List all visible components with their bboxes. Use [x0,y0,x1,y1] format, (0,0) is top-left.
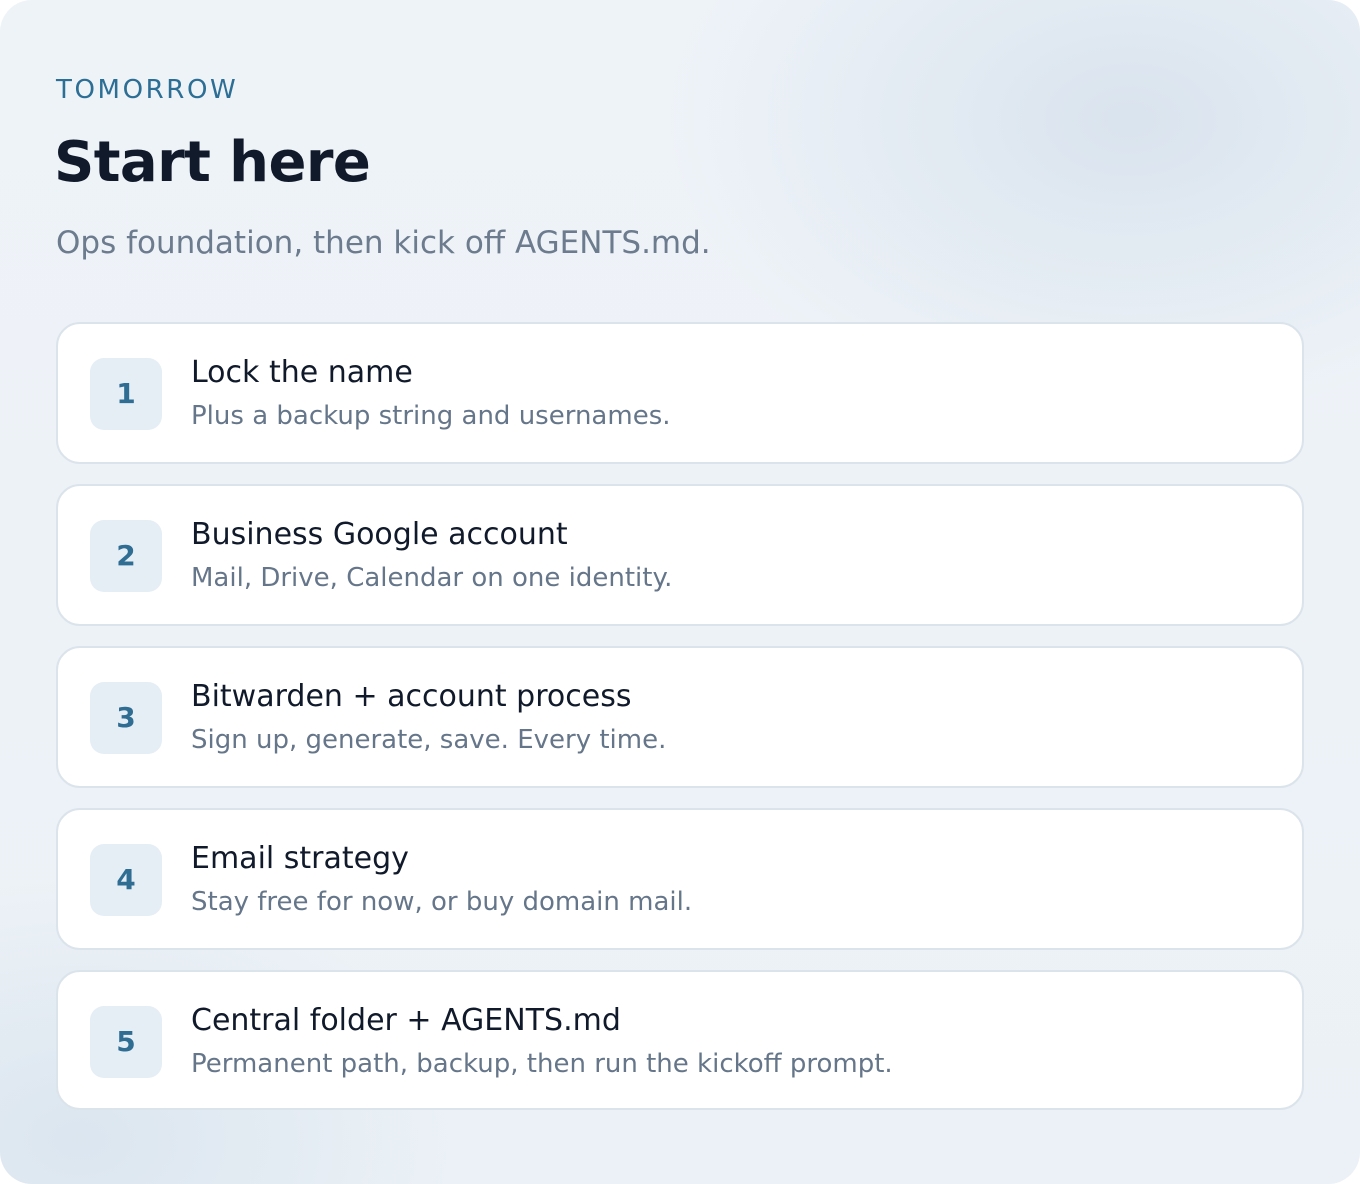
step-title: Bitwarden + account process [191,679,632,714]
step-number-badge: 4 [90,844,162,916]
step-item-bitwarden-account-process[interactable]: 3 Bitwarden + account process Sign up, g… [56,646,1304,788]
step-item-central-folder-agents[interactable]: 5 Central folder + AGENTS.md Permanent p… [56,970,1304,1110]
eyebrow-label: TOMORROW [56,75,239,105]
step-number-badge: 2 [90,520,162,592]
step-item-business-google-account[interactable]: 2 Business Google account Mail, Drive, C… [56,484,1304,626]
page-subtitle: Ops foundation, then kick off AGENTS.md. [56,225,711,261]
start-here-panel: TOMORROW Start here Ops foundation, then… [0,0,1360,1184]
step-description: Plus a backup string and usernames. [191,401,671,431]
step-description: Mail, Drive, Calendar on one identity. [191,563,673,593]
step-description: Sign up, generate, save. Every time. [191,725,667,755]
page-title: Start here [54,130,371,195]
step-title: Email strategy [191,841,409,876]
step-item-email-strategy[interactable]: 4 Email strategy Stay free for now, or b… [56,808,1304,950]
step-title: Business Google account [191,517,568,552]
step-title: Lock the name [191,355,413,390]
step-description: Stay free for now, or buy domain mail. [191,887,693,917]
step-number-badge: 5 [90,1006,162,1078]
step-description: Permanent path, backup, then run the kic… [191,1049,893,1079]
step-title: Central folder + AGENTS.md [191,1003,621,1038]
step-number-badge: 1 [90,358,162,430]
steps-list: 1 Lock the name Plus a backup string and… [56,322,1304,1110]
step-number-badge: 3 [90,682,162,754]
step-item-lock-name[interactable]: 1 Lock the name Plus a backup string and… [56,322,1304,464]
